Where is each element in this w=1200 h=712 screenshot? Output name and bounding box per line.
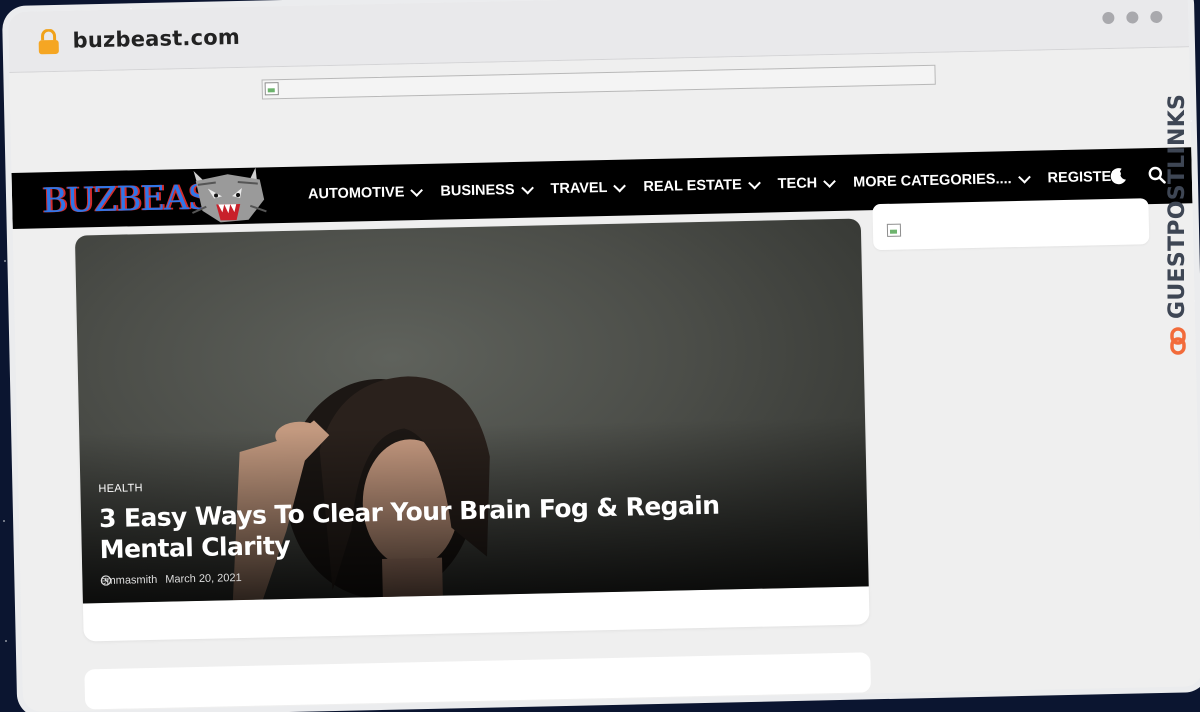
chevron-down-icon [520,181,534,194]
watermark-text: GUESTPOSTLINKS [1165,93,1190,319]
nav-item-label: AUTOMOTIVE [307,184,405,203]
window-controls [1102,10,1163,25]
nav-item-real-estate[interactable]: REAL ESTATE [643,176,761,196]
search-icon[interactable] [1148,166,1166,184]
webpage: BUZBEAST AUTOMOTIVE BUSINESS TRAVEL REAL… [9,47,1200,712]
nav-item-travel[interactable]: TRAVEL [550,179,627,198]
nav-item-label: REAL ESTATE [643,177,742,196]
broken-image-icon [886,223,902,237]
moon-icon[interactable] [1110,167,1128,185]
wolf-logo-icon [192,167,267,223]
clock-icon [100,575,112,586]
nav-item-tech[interactable]: TECH [777,174,837,193]
next-post-card [84,652,872,710]
window-dot-icon[interactable] [1150,10,1163,24]
featured-post-card[interactable]: HEALTH 3 Easy Ways To Clear Your Brain F… [74,218,870,642]
guestpostlinks-watermark: GUESTPOSTLINKS [1165,94,1190,355]
top-banner-ad[interactable] [261,64,936,100]
nav-item-label: TECH [777,175,818,193]
lock-icon [38,28,59,55]
post-category[interactable]: HEALTH [98,482,143,495]
chain-link-icon [1169,327,1186,355]
nav-item-automotive[interactable]: AUTOMOTIVE [307,183,424,203]
address-bar-url[interactable]: buzbeast.com [72,25,240,53]
window-dot-icon[interactable] [1102,11,1115,25]
broken-image-icon [264,82,279,96]
nav-item-business[interactable]: BUSINESS [440,181,534,200]
chevron-down-icon [613,179,627,192]
site-logo[interactable]: BUZBEAST [40,167,271,228]
chevron-down-icon [823,174,837,188]
chevron-down-icon [410,183,424,197]
nav-item-more-categories[interactable]: MORE CATEGORIES.... [853,170,1031,191]
browser-window: buzbeast.com BUZBEAST AUTOMOTIVE BUSINES… [8,0,1200,712]
nav-item-label: TRAVEL [550,179,608,198]
featured-post-image[interactable]: HEALTH 3 Easy Ways To Clear Your Brain F… [74,218,869,604]
chevron-down-icon [1017,170,1031,184]
nav-item-label: MORE CATEGORIES.... [853,171,1012,191]
chevron-down-icon [747,176,761,190]
window-dot-icon[interactable] [1126,11,1139,24]
nav-item-label: BUSINESS [440,181,515,200]
sidebar-ad-widget[interactable] [872,198,1150,251]
post-date: March 20, 2021 [165,572,242,586]
